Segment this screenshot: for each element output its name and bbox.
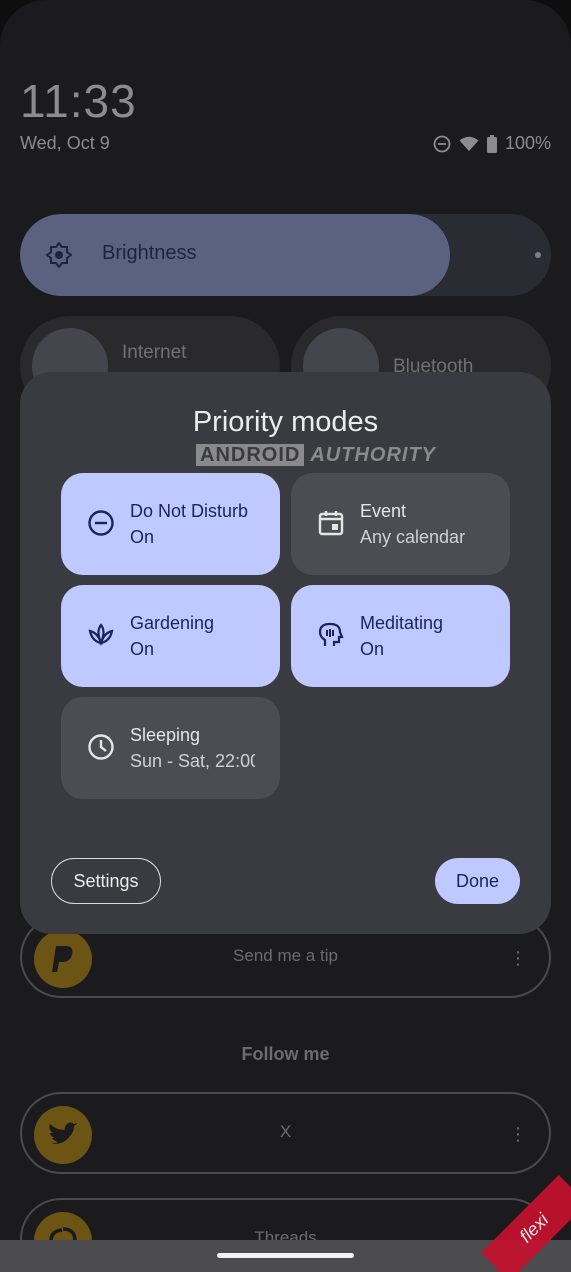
priority-modes-dialog: Priority modes ANDROID AUTHORITY Do Not …: [20, 372, 551, 934]
wifi-icon: [459, 136, 479, 151]
mode-state: On: [130, 639, 155, 659]
battery-percent: 100%: [504, 133, 551, 153]
mode-state: Any calendar: [360, 527, 466, 547]
lotus-icon: [88, 623, 114, 646]
phone-screen: 11:33 Wed, Oct 9 100% Brightness Interne…: [0, 0, 571, 1272]
head-mind-icon: [318, 622, 344, 646]
do-not-disturb-icon: [88, 510, 114, 536]
date: Wed, Oct 9: [20, 133, 110, 153]
more-icon[interactable]: ⋮: [509, 1124, 527, 1145]
mode-name: Event: [360, 501, 407, 521]
status-icons: 100%: [433, 133, 551, 154]
watermark-text: AUTHORITY: [310, 443, 437, 466]
brightness-icon: [46, 242, 72, 268]
mode-event[interactable]: Event Any calendar: [291, 473, 510, 575]
mode-state: On: [130, 527, 155, 547]
brightness-end-dot: [535, 252, 541, 258]
mode-meditating[interactable]: Meditating On: [291, 585, 510, 687]
mode-name: Gardening: [130, 613, 215, 633]
mode-gardening[interactable]: Gardening On: [61, 585, 280, 687]
mode-name: Sleeping: [130, 725, 201, 745]
tile-label: Internet: [122, 342, 187, 363]
mode-sleeping[interactable]: Sleeping Sun - Sat, 22:00: [61, 697, 280, 799]
x-link[interactable]: X ⋮: [20, 1092, 551, 1174]
tip-label: Send me a tip: [233, 946, 338, 965]
brightness-fill: [20, 214, 451, 296]
settings-button[interactable]: Settings: [51, 858, 161, 904]
brightness-slider[interactable]: Brightness: [20, 214, 551, 296]
clock: 11:33: [20, 75, 137, 127]
brightness-label: Brightness: [102, 242, 197, 264]
gesture-handle[interactable]: [217, 1253, 354, 1258]
clock-icon: [88, 734, 114, 760]
mode-name: Meditating: [360, 613, 444, 633]
mode-state: Sun - Sat, 22:00: [130, 751, 255, 771]
mode-name: Do Not Disturb: [130, 501, 249, 521]
mode-state: On: [360, 639, 385, 659]
done-button[interactable]: Done: [435, 858, 520, 904]
do-not-disturb-icon: [433, 135, 451, 152]
x-label: X: [279, 1122, 292, 1141]
watermark: ANDROID AUTHORITY: [196, 444, 436, 466]
follow-heading: Follow me: [241, 1044, 330, 1064]
more-icon[interactable]: ⋮: [509, 948, 527, 969]
calendar-event-icon: [318, 511, 344, 536]
dialog-title: Priority modes: [192, 406, 379, 438]
battery-icon: [486, 134, 497, 153]
mode-do-not-disturb[interactable]: Do Not Disturb On: [61, 473, 280, 575]
watermark-box: ANDROID: [196, 444, 305, 466]
